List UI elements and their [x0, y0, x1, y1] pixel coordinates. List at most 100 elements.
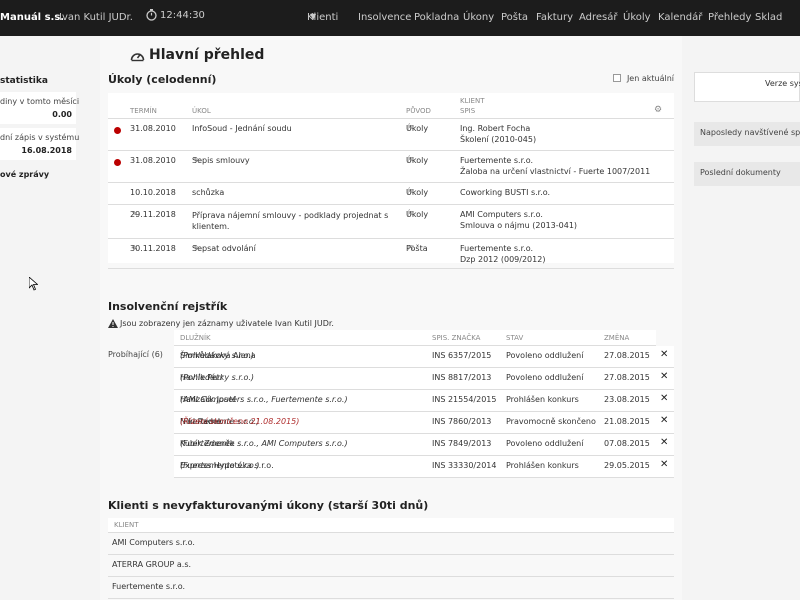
nav-reports[interactable]: Přehledy — [708, 12, 751, 23]
main-nav: Klienti ▼ Insolvence Pokladna Úkony Pošta… — [0, 12, 800, 26]
mouse-cursor-icon — [29, 277, 38, 291]
file-mark: INS 7860/2013 — [432, 417, 492, 426]
state: Pravomocně skončeno — [506, 417, 596, 426]
task-row[interactable]: 10.10.2018 schůzka Úkoly ⇱ Coworking BUST… — [108, 183, 674, 205]
client-row[interactable]: AMI Computers s.r.o. — [108, 533, 674, 555]
col-term[interactable]: TERMÍN — [130, 107, 157, 115]
close-icon[interactable]: ✕ — [660, 437, 668, 448]
insolvency-table: DLUŽNÍK SPIS. ZNAČKA STAV ZMĚNA Probíhaj… — [108, 330, 674, 480]
creditor-name: (Fuertemente s.r.o.) — [180, 461, 260, 470]
messages-link[interactable]: ové zprávy — [0, 170, 49, 179]
close-icon[interactable]: ✕ — [660, 415, 668, 426]
external-link-icon: ⇱ — [408, 124, 414, 132]
task-row[interactable]: 31.08.2010 InfoSoud - Jednání soudu Úkol… — [108, 119, 674, 151]
nav-warehouse[interactable]: Sklad — [755, 12, 782, 23]
task-client[interactable]: Ing. Robert Focha — [460, 124, 530, 133]
task-title-text: Sepis smlouvy — [192, 156, 250, 165]
settings-icon[interactable]: ⚙ — [654, 105, 662, 115]
warning-icon — [108, 319, 118, 328]
state: Povoleno oddlužení — [506, 373, 584, 382]
overdue-dot-icon — [114, 159, 121, 166]
insolvency-row[interactable]: Express Hypotéka s.r.o. (Fuertemente s.r… — [174, 456, 674, 478]
recent-documents-button[interactable]: Poslední dokumenty — [694, 162, 800, 186]
task-file[interactable]: Smlouva o nájmu (2013-041) — [460, 221, 577, 230]
nav-addressbook[interactable]: Adresář — [579, 12, 618, 23]
task-client[interactable]: Coworking BUSTI s.r.o. — [460, 188, 550, 197]
close-icon[interactable]: ✕ — [660, 371, 668, 382]
task-client[interactable]: Fuertemente s.r.o. — [460, 244, 533, 253]
task-client[interactable]: AMI Computers s.r.o. — [460, 210, 543, 219]
task-file[interactable]: Dzp 2012 (009/2012) — [460, 255, 545, 264]
warning-text: Jsou zobrazeny jen záznamy uživatele Iva… — [120, 319, 334, 328]
col-task[interactable]: ÚKOL — [192, 107, 211, 115]
task-title[interactable]: Příprava nájemní smlouvy - podklady proj… — [192, 210, 392, 232]
recent-files-button[interactable]: Naposledy navštívené spisy — [694, 122, 800, 146]
task-row[interactable]: 29.11.2018 ✎ Příprava nájemní smlouvy - p… — [108, 205, 674, 239]
close-icon[interactable]: ✕ — [660, 459, 668, 470]
task-term: 31.08.2010 — [130, 156, 176, 165]
col-origin[interactable]: PŮVOD — [406, 107, 431, 115]
change-date: 23.08.2015 — [604, 395, 650, 404]
client-row[interactable]: Fuertemente s.r.o. — [108, 577, 674, 599]
col-debtor[interactable]: DLUŽNÍK — [180, 334, 211, 342]
col-state[interactable]: STAV — [506, 334, 523, 342]
task-title[interactable]: InfoSoud - Jednání soudu — [192, 124, 292, 133]
checkbox[interactable] — [612, 74, 621, 82]
file-mark: INS 21554/2015 — [432, 395, 497, 404]
nav-acts[interactable]: Úkony — [463, 12, 494, 23]
task-term: 10.10.2018 — [130, 188, 176, 197]
file-mark: INS 8817/2013 — [432, 373, 492, 382]
client-name[interactable]: Fuertemente s.r.o. — [112, 582, 185, 591]
clients-section-title: Klienti s nevyfakturovanými úkony (starš… — [108, 499, 429, 512]
clients-table-header: KLIENT — [108, 518, 674, 533]
nav-invoices[interactable]: Faktury — [536, 12, 573, 23]
nav-mail[interactable]: Pošta — [501, 12, 528, 23]
col-file-mark[interactable]: SPIS. ZNAČKA — [432, 334, 480, 342]
col-client[interactable]: KLIENT — [114, 521, 139, 529]
only-current-toggle[interactable]: Jen aktuální — [612, 74, 674, 83]
stat-label: dní zápis v systému — [0, 133, 80, 142]
task-file[interactable]: Školení (2010-045) — [460, 135, 536, 144]
change-date: 27.08.2015 — [604, 373, 650, 382]
insolvency-row[interactable]: Hanzalík Josef (AMI Computers s.r.o., Fu… — [174, 390, 674, 412]
task-file[interactable]: Žaloba na určení vlastnictví - Fuerte 10… — [460, 167, 650, 176]
stat-label: diny v tomto měsíci — [0, 97, 80, 106]
tasks-table-header: TERMÍN ÚKOL PŮVOD KLIENT SPIS ⚙ — [108, 93, 674, 119]
external-link-icon: ⇱ — [408, 210, 414, 218]
chevron-down-icon: ▼ — [310, 12, 317, 21]
insolvency-row[interactable]: Šimkůlaková Alena (Pohledávky s.r.o.) IN… — [174, 346, 674, 368]
external-link-icon: ⇱ — [408, 188, 414, 196]
nav-insolvency[interactable]: Insolvence — [358, 12, 411, 23]
close-icon[interactable]: ✕ — [660, 393, 668, 404]
version-label: Verze sys — [765, 79, 800, 88]
state: Povoleno oddlužení — [506, 351, 584, 360]
task-title[interactable]: schůzka — [192, 188, 224, 197]
nav-cashbox[interactable]: Pokladna — [414, 12, 459, 23]
creditor-name: (Pohledávky s.r.o.) — [180, 373, 255, 382]
col-client[interactable]: KLIENT — [460, 97, 485, 105]
task-client[interactable]: Fuertemente s.r.o. — [460, 156, 533, 165]
edit-pencil-icon[interactable]: ✎ — [132, 210, 138, 218]
insolvency-row[interactable]: Havlík Petr (Pohledávky s.r.o.) INS 8817… — [174, 368, 674, 390]
task-row[interactable]: 30.11.2018 ✎ Sepsat odvolání ✎ Pošta ⇱ Fuer… — [108, 239, 674, 269]
client-row[interactable]: ATERRA GROUP a.s. — [108, 555, 674, 577]
edit-pencil-icon[interactable]: ✎ — [132, 244, 138, 252]
closed-note: (Řízení skončeno 21.08.2015) — [180, 417, 300, 426]
task-row[interactable]: 31.08.2010 Sepis smlouvy ✎ Úkoly ⇱ Fuertem… — [108, 151, 674, 183]
insolvency-table-header: DLUŽNÍK SPIS. ZNAČKA STAV ZMĚNA — [174, 330, 656, 346]
close-icon[interactable]: ✕ — [660, 349, 668, 360]
insolvency-row[interactable]: Nikl Radek (Fuertemente s.r.o.) (Řízení … — [174, 412, 674, 434]
stat-value: 0.00 — [52, 110, 72, 119]
nav-calendar[interactable]: Kalendář — [658, 12, 702, 23]
edit-pencil-icon[interactable]: ✎ — [194, 244, 200, 252]
col-change[interactable]: ZMĚNA — [604, 334, 629, 342]
client-name[interactable]: AMI Computers s.r.o. — [112, 538, 195, 547]
stat-card-last-entry: dní zápis v systému 16.08.2018 — [0, 128, 80, 160]
nav-tasks[interactable]: Úkoly — [623, 12, 651, 23]
file-mark: INS 6357/2015 — [432, 351, 492, 360]
col-file[interactable]: SPIS — [460, 107, 475, 115]
creditor-name: (Pohledávky s.r.o.) — [180, 351, 255, 360]
insolvency-row[interactable]: Kubík Zdeněk (Fuertemente s.r.o., AMI Co… — [174, 434, 674, 456]
client-name[interactable]: ATERRA GROUP a.s. — [112, 560, 191, 569]
edit-pencil-icon[interactable]: ✎ — [194, 156, 200, 164]
